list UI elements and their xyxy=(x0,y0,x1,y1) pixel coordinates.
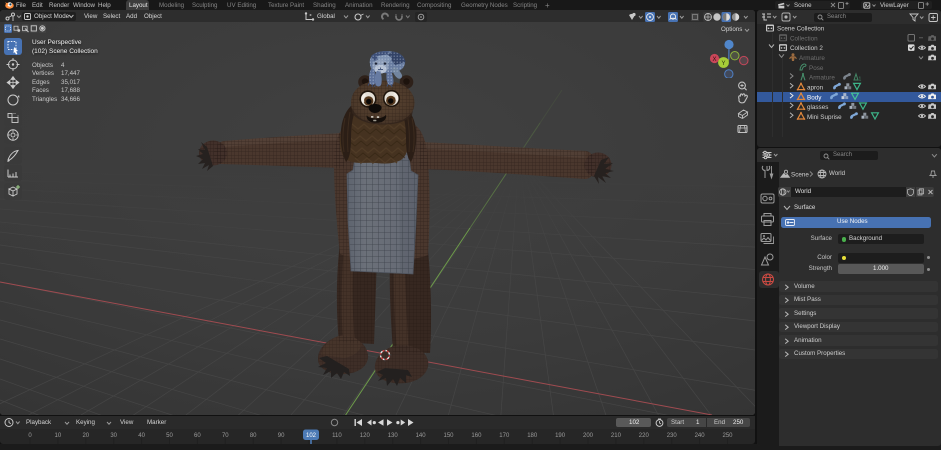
svg-text:0: 0 xyxy=(28,433,32,439)
svg-text:Collection 2: Collection 2 xyxy=(790,45,823,52)
svg-text:140: 140 xyxy=(416,433,427,439)
svg-text:1: 1 xyxy=(859,77,862,83)
svg-text:Pose: Pose xyxy=(809,65,824,72)
svg-text:102: 102 xyxy=(306,433,317,439)
svg-text:Armature: Armature xyxy=(809,75,835,82)
svg-text:150: 150 xyxy=(443,433,454,439)
svg-text:glasses: glasses xyxy=(807,104,828,111)
svg-text:apron: apron xyxy=(807,85,824,92)
svg-text:240: 240 xyxy=(695,433,706,439)
svg-text:Scene: Scene xyxy=(791,172,809,179)
svg-text:110: 110 xyxy=(332,433,342,439)
svg-text:230: 230 xyxy=(667,433,678,439)
svg-text:50: 50 xyxy=(166,433,173,439)
svg-text:Collection: Collection xyxy=(790,35,818,42)
svg-text:130: 130 xyxy=(388,433,399,439)
svg-text:40: 40 xyxy=(138,433,145,439)
svg-text:10: 10 xyxy=(55,433,62,439)
svg-text:X: X xyxy=(712,57,716,63)
svg-text:120: 120 xyxy=(360,433,371,439)
svg-text:20: 20 xyxy=(82,433,89,439)
svg-text:180: 180 xyxy=(527,433,538,439)
svg-text:200: 200 xyxy=(583,433,594,439)
svg-text:160: 160 xyxy=(471,433,482,439)
svg-text:220: 220 xyxy=(639,433,650,439)
svg-text:Body: Body xyxy=(807,94,822,101)
svg-text:60: 60 xyxy=(194,433,201,439)
svg-text:190: 190 xyxy=(555,433,566,439)
svg-text:250: 250 xyxy=(722,433,733,439)
svg-text:Scene Collection: Scene Collection xyxy=(777,26,825,33)
svg-text:70: 70 xyxy=(222,433,229,439)
svg-text:Armature: Armature xyxy=(799,55,825,62)
svg-text:Mini Suprise: Mini Suprise xyxy=(807,114,842,121)
svg-text:170: 170 xyxy=(499,433,510,439)
svg-text:80: 80 xyxy=(250,433,257,439)
svg-text:30: 30 xyxy=(110,433,117,439)
svg-text:90: 90 xyxy=(278,433,285,439)
svg-text:Y: Y xyxy=(721,61,725,67)
svg-text:210: 210 xyxy=(611,433,622,439)
